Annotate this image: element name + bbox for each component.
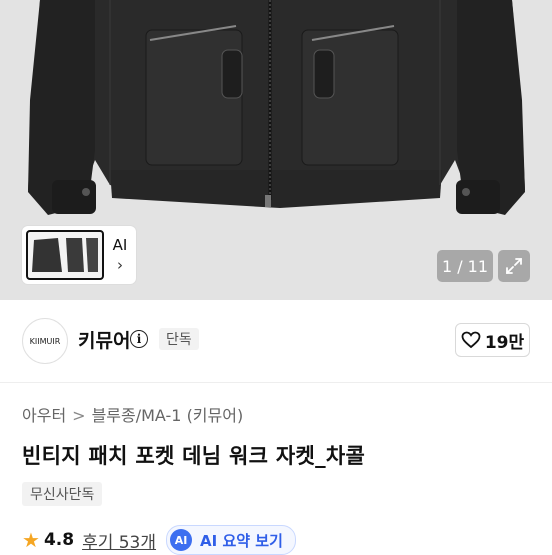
brand-logo[interactable]: KIIMUIR bbox=[22, 318, 68, 364]
like-count: 19만 bbox=[484, 332, 525, 353]
image-counter: 1 / 11 bbox=[437, 250, 493, 282]
ai-summary-button[interactable]: AI AI 요약 보기 bbox=[166, 525, 296, 555]
reviews-link[interactable]: 후기 53개 bbox=[82, 528, 156, 553]
ai-summary-label: AI 요약 보기 bbox=[200, 531, 283, 550]
breadcrumb: 아우터 > 블루종/MA-1 (키뮤어) bbox=[22, 402, 243, 426]
expand-icon bbox=[506, 258, 522, 274]
thumbnail-image[interactable] bbox=[26, 230, 104, 280]
expand-button[interactable] bbox=[498, 250, 530, 282]
info-icon[interactable]: i bbox=[130, 330, 148, 348]
breadcrumb-separator: > bbox=[72, 406, 86, 425]
exclusive-badge: 단독 bbox=[159, 328, 199, 350]
star-icon: ★ bbox=[22, 528, 40, 552]
ai-view-button[interactable]: AI › bbox=[104, 235, 136, 275]
heart-icon bbox=[461, 331, 481, 349]
chevron-right-icon: › bbox=[117, 256, 123, 274]
ai-view-label: AI bbox=[112, 236, 128, 254]
rating-score: 4.8 bbox=[43, 530, 75, 550]
brand-name[interactable]: 키뮤어 bbox=[78, 326, 130, 353]
ai-thumbnail-strip[interactable]: AI › bbox=[22, 226, 136, 284]
like-button[interactable]: 19만 bbox=[455, 323, 530, 357]
breadcrumb-item[interactable]: 블루종/MA-1 (키뮤어) bbox=[92, 406, 244, 425]
ai-badge-icon: AI bbox=[170, 529, 193, 551]
rating-row: ★ 4.8 후기 53개 AI AI 요약 보기 bbox=[22, 525, 296, 555]
exclusive-tag: 무신사단독 bbox=[22, 482, 103, 506]
product-image-gallery[interactable]: AI › 1 / 11 bbox=[0, 0, 552, 300]
product-title: 빈티지 패치 포켓 데님 워크 자켓_차콜 bbox=[22, 444, 366, 468]
breadcrumb-item[interactable]: 아우터 bbox=[22, 406, 66, 425]
